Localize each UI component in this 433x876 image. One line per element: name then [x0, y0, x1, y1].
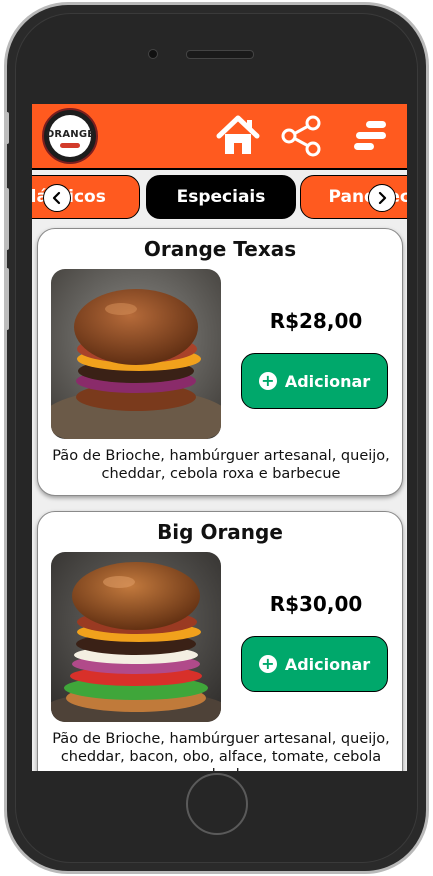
category-scroller[interactable]: Clássicos Especiais Panquecas — [32, 172, 407, 224]
tab-label: Especiais — [176, 187, 266, 207]
plus-icon: + — [258, 655, 277, 673]
phone-side-button — [4, 268, 9, 330]
product-photo — [51, 269, 221, 439]
app-screen: ORANGE Especiais Orange Texas R$28,00 + … — [32, 104, 407, 771]
phone-side-button — [4, 188, 9, 250]
menu-icon — [354, 121, 386, 150]
logo-accent — [60, 143, 80, 148]
add-to-cart-button[interactable]: + Adicionar — [241, 353, 388, 409]
phone-home-button[interactable] — [186, 773, 248, 835]
scroll-right-button[interactable] — [368, 184, 396, 212]
app-header: ORANGE — [32, 104, 407, 170]
tab-especiais[interactable]: Especiais — [146, 175, 296, 219]
product-card: Big Orange R$30,00 + Adicionar Pão de Br… — [37, 511, 403, 771]
product-photo — [51, 552, 221, 722]
logo-text: ORANGE — [45, 129, 95, 140]
product-description: Pão de Brioche, hambúrguer artesanal, qu… — [52, 731, 390, 771]
home-icon — [216, 115, 260, 154]
phone-speaker — [186, 50, 254, 59]
burger-image — [51, 269, 221, 439]
product-name: Orange Texas — [143, 237, 297, 261]
share-button[interactable] — [278, 112, 326, 160]
chevron-right-icon — [378, 191, 387, 205]
product-card: Orange Texas R$28,00 + Adicionar Pão de … — [37, 228, 403, 496]
menu-button[interactable] — [346, 112, 394, 160]
product-name: Big Orange — [157, 520, 283, 544]
add-to-cart-button[interactable]: + Adicionar — [241, 636, 388, 692]
product-price: R$30,00 — [269, 592, 363, 616]
chevron-left-icon — [52, 191, 61, 205]
plus-icon: + — [258, 372, 277, 390]
share-icon — [281, 115, 321, 157]
phone-camera — [148, 49, 158, 59]
add-button-label: Adicionar — [284, 654, 371, 674]
home-button[interactable] — [214, 112, 262, 160]
scroll-left-button[interactable] — [43, 184, 71, 212]
product-description: Pão de Brioche, hambúrguer artesanal, qu… — [52, 448, 390, 482]
burger-image — [51, 552, 221, 722]
product-price: R$28,00 — [269, 309, 363, 333]
phone-side-button — [4, 112, 9, 144]
brand-logo[interactable]: ORANGE — [42, 108, 98, 164]
add-button-label: Adicionar — [284, 371, 371, 391]
